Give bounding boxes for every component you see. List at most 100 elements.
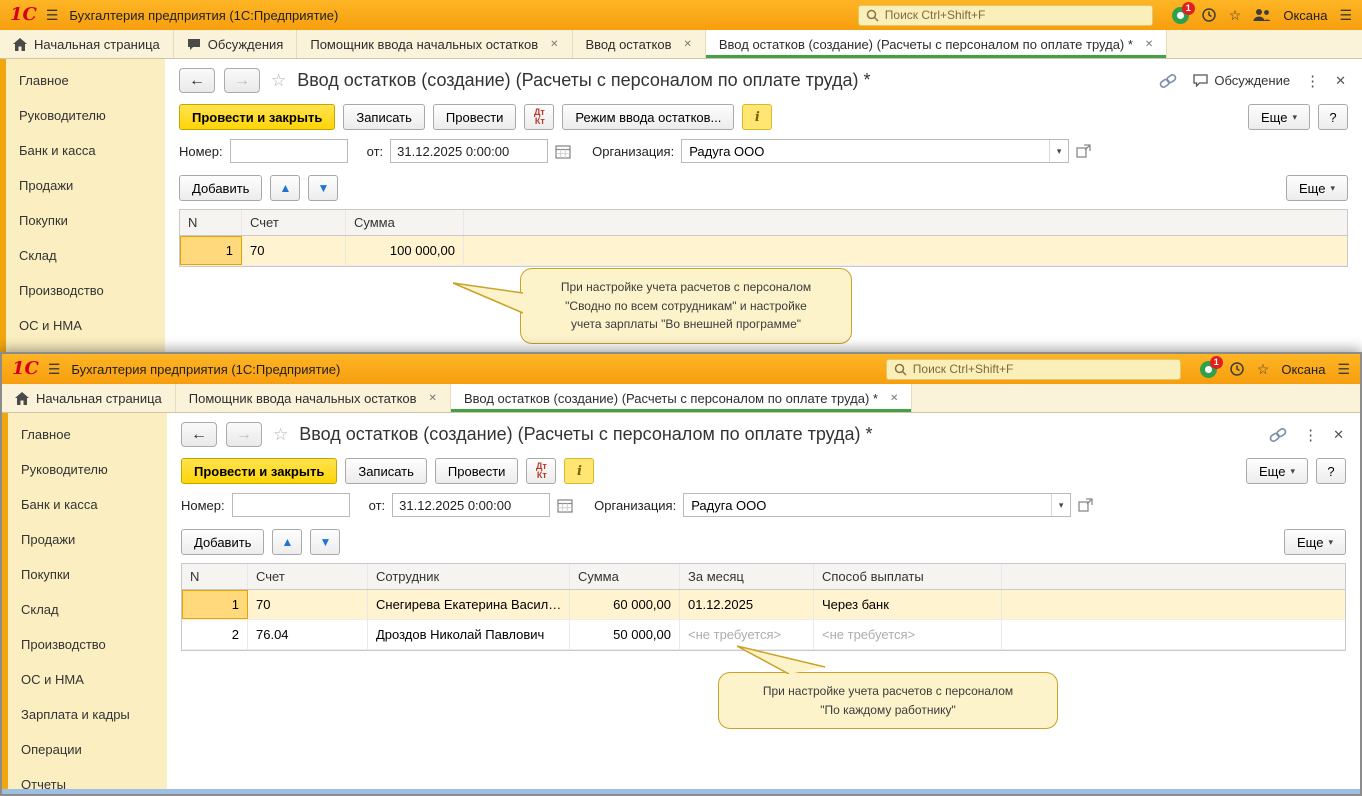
forward-button[interactable]: → — [226, 422, 262, 447]
cell-employee[interactable]: Дроздов Николай Павлович — [368, 620, 570, 649]
column-header-account[interactable]: Счет — [248, 564, 368, 589]
organization-select[interactable]: Радуга ООО ▾ — [683, 493, 1072, 517]
sidebar-item-warehouse[interactable]: Склад — [8, 592, 167, 627]
entry-mode-button[interactable]: Режим ввода остатков... — [562, 104, 735, 130]
column-header-month[interactable]: За месяц — [680, 564, 814, 589]
sidebar-item-bank-cash[interactable]: Банк и касса — [6, 133, 165, 168]
write-button[interactable]: Записать — [343, 104, 425, 130]
organization-select[interactable]: Радуга ООО ▾ — [681, 139, 1070, 163]
history-icon[interactable] — [1201, 7, 1217, 23]
close-document-icon[interactable]: ✕ — [1333, 427, 1344, 443]
add-row-button[interactable]: Добавить — [179, 175, 263, 201]
date-input[interactable]: 31.12.2025 0:00:00 — [392, 493, 551, 517]
cell-n[interactable]: 1 — [180, 236, 242, 265]
cell-account[interactable]: 70 — [242, 236, 346, 265]
tab-discussions[interactable]: Обсуждения — [174, 30, 298, 58]
more-menu-icon[interactable]: ⋮ — [1305, 72, 1320, 90]
post-and-close-button[interactable]: Провести и закрыть — [179, 104, 336, 130]
favorite-star-icon[interactable]: ☆ — [273, 425, 288, 445]
number-input[interactable] — [231, 493, 350, 517]
sidebar-item-bank-cash[interactable]: Банк и касса — [8, 487, 167, 522]
sidebar-item-os-nma[interactable]: ОС и НМА — [6, 308, 165, 343]
column-header-sum[interactable]: Сумма — [346, 210, 464, 235]
column-header-employee[interactable]: Сотрудник — [368, 564, 570, 589]
close-icon[interactable]: ✕ — [550, 39, 558, 50]
cell-employee[interactable]: Снегирева Екатерина Васил… — [368, 590, 570, 619]
column-header-n[interactable]: N — [182, 564, 248, 589]
history-icon[interactable] — [1229, 361, 1245, 377]
back-button[interactable]: ← — [181, 422, 217, 447]
column-header-sum[interactable]: Сумма — [570, 564, 680, 589]
cell-payment-method[interactable]: Через банк — [814, 590, 1002, 619]
cell-sum[interactable]: 50 000,00 — [570, 620, 680, 649]
add-row-button[interactable]: Добавить — [181, 529, 265, 555]
main-menu-icon[interactable]: ☰ — [48, 361, 61, 378]
cell-account[interactable]: 76.04 — [248, 620, 368, 649]
cell-n[interactable]: 2 — [182, 620, 248, 649]
favorites-icon[interactable]: ☆ — [1229, 7, 1242, 24]
sidebar-item-main[interactable]: Главное — [8, 417, 167, 452]
info-button[interactable]: i — [742, 104, 773, 130]
chevron-down-icon[interactable]: ▾ — [1049, 140, 1068, 162]
table-row[interactable]: 1 70 Снегирева Екатерина Васил… 60 000,0… — [182, 590, 1345, 620]
cell-n[interactable]: 1 — [182, 590, 248, 619]
tab-balances-create-active[interactable]: Ввод остатков (создание) (Расчеты с перс… — [450, 384, 913, 412]
column-header-account[interactable]: Счет — [242, 210, 346, 235]
sidebar-item-warehouse[interactable]: Склад — [6, 238, 165, 273]
post-and-close-button[interactable]: Провести и закрыть — [181, 458, 338, 484]
close-icon[interactable]: ✕ — [429, 393, 437, 404]
tab-assistant[interactable]: Помощник ввода начальных остатков ✕ — [297, 30, 573, 58]
sidebar-item-production[interactable]: Производство — [6, 273, 165, 308]
info-button[interactable]: i — [564, 458, 595, 484]
sidebar-item-purchases[interactable]: Покупки — [8, 557, 167, 592]
link-icon[interactable] — [1268, 427, 1288, 443]
favorite-star-icon[interactable]: ☆ — [271, 71, 286, 91]
move-up-button[interactable]: ▲ — [270, 175, 301, 201]
move-down-button[interactable]: ▼ — [310, 529, 341, 555]
sidebar-item-operations[interactable]: Операции — [8, 732, 167, 767]
cell-payment-method[interactable]: <не требуется> — [814, 620, 1002, 649]
cell-account[interactable]: 70 — [248, 590, 368, 619]
forward-button[interactable]: → — [224, 68, 260, 93]
calendar-icon[interactable] — [555, 144, 571, 159]
chevron-down-icon[interactable]: ▾ — [1051, 494, 1070, 516]
move-down-button[interactable]: ▼ — [308, 175, 339, 201]
link-icon[interactable] — [1158, 73, 1178, 89]
tab-home[interactable]: Начальная страница — [0, 30, 174, 58]
sidebar-item-manager[interactable]: Руководителю — [8, 452, 167, 487]
global-search-input[interactable]: Поиск Ctrl+Shift+F — [857, 4, 1153, 26]
help-button[interactable]: ? — [1316, 458, 1346, 484]
post-button[interactable]: Провести — [434, 458, 519, 484]
more-button[interactable]: Еще ▾ — [1246, 458, 1308, 484]
more-menu-icon[interactable]: ⋮ — [1303, 426, 1318, 444]
back-button[interactable]: ← — [179, 68, 215, 93]
global-search-input[interactable]: Поиск Ctrl+Shift+F — [885, 358, 1181, 380]
date-input[interactable]: 31.12.2025 0:00:00 — [390, 139, 549, 163]
functions-menu-icon[interactable]: ☰ — [1337, 361, 1350, 378]
cell-month[interactable]: 01.12.2025 — [680, 590, 814, 619]
sidebar-item-os-nma[interactable]: ОС и НМА — [8, 662, 167, 697]
open-item-icon[interactable] — [1078, 498, 1093, 512]
tab-assistant[interactable]: Помощник ввода начальных остатков ✕ — [176, 384, 451, 412]
write-button[interactable]: Записать — [345, 458, 427, 484]
table-row[interactable]: 1 70 100 000,00 — [180, 236, 1347, 266]
sidebar-item-manager[interactable]: Руководителю — [6, 98, 165, 133]
open-item-icon[interactable] — [1076, 144, 1091, 158]
sidebar-item-purchases[interactable]: Покупки — [6, 203, 165, 238]
sidebar-item-sales[interactable]: Продажи — [6, 168, 165, 203]
post-button[interactable]: Провести — [432, 104, 517, 130]
move-up-button[interactable]: ▲ — [272, 529, 303, 555]
sidebar-item-salary-hr[interactable]: Зарплата и кадры — [8, 697, 167, 732]
grid-more-button[interactable]: Еще ▾ — [1284, 529, 1346, 555]
dtkt-button[interactable]: Дт Кт — [524, 104, 555, 130]
sidebar-item-main[interactable]: Главное — [6, 63, 165, 98]
users-icon[interactable] — [1253, 8, 1271, 22]
notifications-icon[interactable]: 1 — [1171, 1, 1195, 24]
close-icon[interactable]: ✕ — [683, 39, 691, 50]
functions-menu-icon[interactable]: ☰ — [1339, 7, 1352, 24]
tab-balances[interactable]: Ввод остатков ✕ — [573, 30, 706, 58]
grid-more-button[interactable]: Еще ▾ — [1286, 175, 1348, 201]
current-user[interactable]: Оксана — [1283, 8, 1327, 23]
dtkt-button[interactable]: Дт Кт — [526, 458, 557, 484]
sidebar-item-sales[interactable]: Продажи — [8, 522, 167, 557]
